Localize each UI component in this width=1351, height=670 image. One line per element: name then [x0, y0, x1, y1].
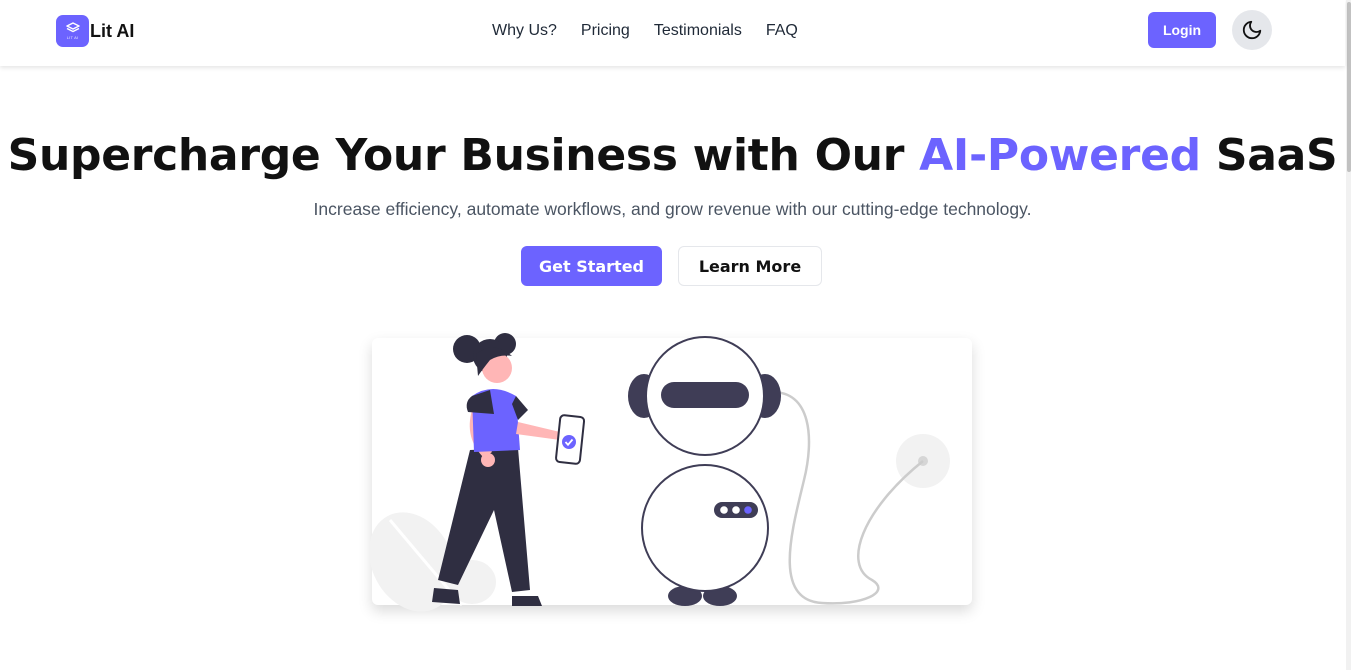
get-started-button[interactable]: Get Started	[521, 246, 662, 286]
brand-link[interactable]: LIT AI Lit AI	[56, 15, 134, 47]
phone-icon	[555, 414, 586, 465]
login-button[interactable]: Login	[1148, 12, 1216, 48]
nav-link-why-us[interactable]: Why Us?	[492, 21, 557, 41]
page-scrollbar-thumb[interactable]	[1347, 2, 1351, 172]
logo-icon: LIT AI	[56, 15, 89, 47]
nav-link-testimonials[interactable]: Testimonials	[654, 21, 742, 41]
hero-title: Supercharge Your Business with Our AI-Po…	[0, 130, 1345, 181]
nav-link-pricing[interactable]: Pricing	[581, 21, 630, 41]
charging-cable	[769, 390, 924, 605]
hero-illustration	[369, 333, 950, 612]
main-nav: Why Us? Pricing Testimonials FAQ	[492, 21, 798, 41]
nav-link-faq[interactable]: FAQ	[766, 21, 798, 41]
navbar: LIT AI Lit AI Why Us? Pricing Testimonia…	[0, 0, 1345, 66]
logo-subtext: LIT AI	[66, 35, 79, 40]
hero-subtitle: Increase efficiency, automate workflows,…	[313, 199, 1032, 219]
learn-more-button[interactable]: Learn More	[678, 246, 822, 286]
moon-icon	[1242, 20, 1262, 40]
hero-title-tail: SaaS	[1200, 130, 1338, 181]
woman-figure	[432, 333, 560, 606]
theme-toggle-button[interactable]	[1232, 10, 1272, 50]
hero-title-lead: Supercharge Your Business with Our	[7, 130, 920, 181]
robot-figure	[628, 336, 781, 606]
brand-name: Lit AI	[90, 20, 135, 41]
hero-title-accent: AI-Powered	[919, 130, 1201, 181]
